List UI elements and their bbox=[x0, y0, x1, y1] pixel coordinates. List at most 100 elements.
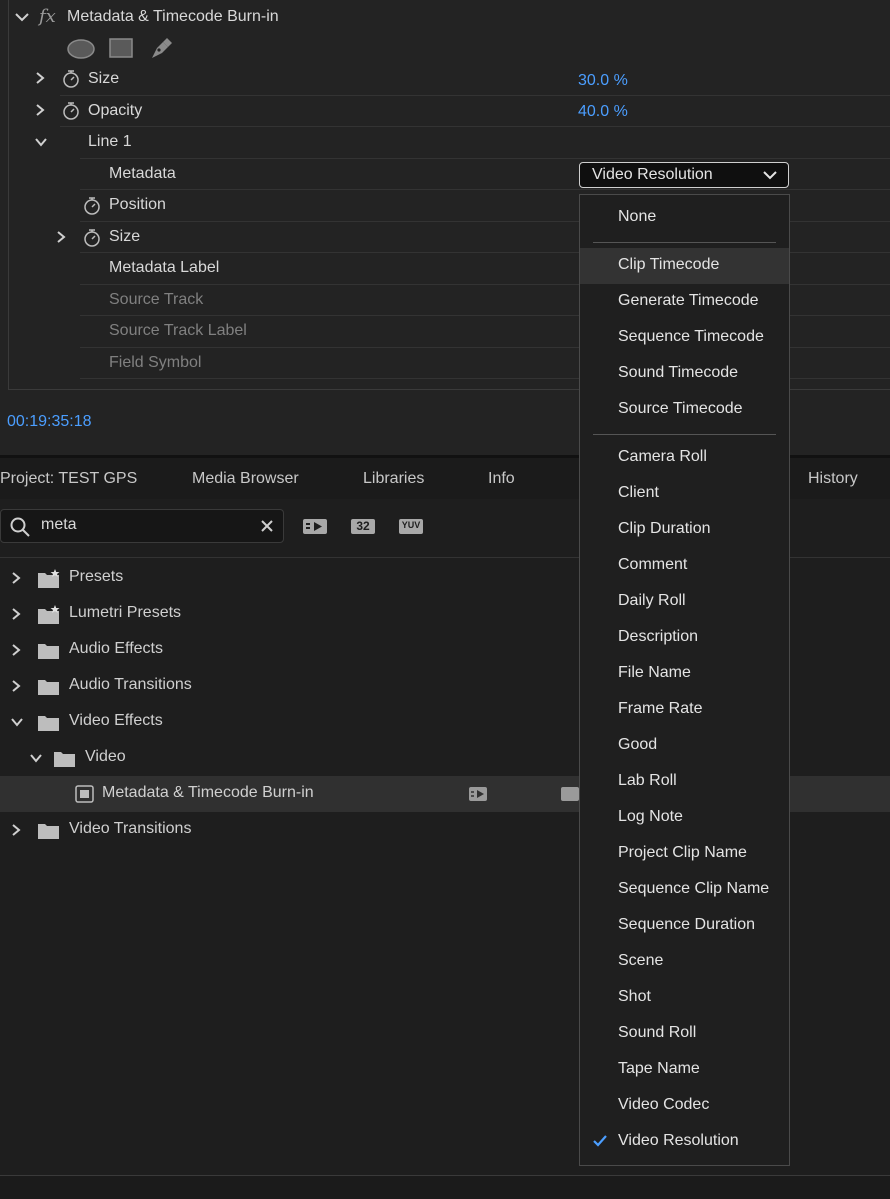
menu-item-label: Video Resolution bbox=[618, 1132, 739, 1149]
menu-item-label: Video Codec bbox=[618, 1096, 710, 1113]
opacity-label: Opacity bbox=[88, 102, 143, 119]
metadata-label: Metadata bbox=[109, 165, 176, 182]
menu-item-camera-roll[interactable]: Camera Roll bbox=[580, 440, 789, 476]
ellipse-mask-icon[interactable] bbox=[66, 38, 96, 65]
expand-chevron-icon[interactable] bbox=[10, 607, 22, 626]
menu-item-log-note[interactable]: Log Note bbox=[580, 800, 789, 836]
rectangle-mask-icon[interactable] bbox=[108, 37, 134, 64]
stopwatch-icon[interactable] bbox=[83, 197, 101, 215]
menu-item-comment[interactable]: Comment bbox=[580, 548, 789, 584]
menu-item-sequence-duration[interactable]: Sequence Duration bbox=[580, 908, 789, 944]
menu-item-tape-name[interactable]: Tape Name bbox=[580, 1052, 789, 1088]
effects-search-box[interactable] bbox=[0, 509, 284, 543]
menu-item-label: Camera Roll bbox=[618, 448, 707, 465]
folder-icon bbox=[37, 821, 59, 839]
menu-item-shot[interactable]: Shot bbox=[580, 980, 789, 1016]
menu-item-label: Shot bbox=[618, 988, 651, 1005]
menu-item-file-name[interactable]: File Name bbox=[580, 656, 789, 692]
menu-item-sequence-clip-name[interactable]: Sequence Clip Name bbox=[580, 872, 789, 908]
stopwatch-icon[interactable] bbox=[83, 229, 101, 247]
line1-row: Line 1 bbox=[35, 126, 890, 157]
accelerated-effects-icon bbox=[468, 785, 488, 808]
menu-item-lab-roll[interactable]: Lab Roll bbox=[580, 764, 789, 800]
metadata-dropdown-menu: None Clip Timecode Generate Timecode Seq… bbox=[579, 194, 790, 1166]
stopwatch-icon[interactable] bbox=[62, 70, 80, 88]
opacity-value[interactable]: 40.0 % bbox=[578, 103, 628, 121]
expand-chevron-icon[interactable] bbox=[10, 571, 22, 590]
menu-item-label: File Name bbox=[618, 664, 691, 681]
tree-label: Audio Transitions bbox=[69, 676, 192, 693]
chevron-down-icon bbox=[762, 168, 778, 182]
checkmark-icon bbox=[592, 1133, 608, 1149]
menu-item-clip-timecode[interactable]: Clip Timecode bbox=[580, 248, 789, 284]
menu-item-label: Sequence Duration bbox=[618, 916, 755, 933]
tree-label: Audio Effects bbox=[69, 640, 163, 657]
accelerated-effects-icon[interactable] bbox=[302, 516, 328, 536]
menu-item-label: Frame Rate bbox=[618, 700, 703, 717]
stopwatch-icon[interactable] bbox=[62, 102, 80, 120]
menu-item-scene[interactable]: Scene bbox=[580, 944, 789, 980]
fx-icon[interactable]: fx bbox=[39, 6, 56, 27]
menu-item-sound-roll[interactable]: Sound Roll bbox=[580, 1016, 789, 1052]
menu-item-label: Sequence Timecode bbox=[618, 328, 764, 345]
32-bit-icon[interactable]: 32 bbox=[350, 516, 376, 536]
metadata-select[interactable]: Video Resolution bbox=[579, 162, 789, 188]
folder-icon bbox=[53, 749, 75, 767]
menu-item-description[interactable]: Description bbox=[580, 620, 789, 656]
menu-item-video-resolution[interactable]: Video Resolution bbox=[580, 1124, 789, 1160]
expand-chevron-icon[interactable] bbox=[10, 643, 22, 662]
menu-item-daily-roll[interactable]: Daily Roll bbox=[580, 584, 789, 620]
menu-item-label: Client bbox=[618, 484, 659, 501]
playhead-timecode[interactable]: 00:19:35:18 bbox=[7, 413, 92, 431]
tree-label: Presets bbox=[69, 568, 124, 585]
folder-icon bbox=[37, 713, 59, 731]
menu-item-label: Log Note bbox=[618, 808, 683, 825]
expand-chevron-icon[interactable] bbox=[10, 679, 22, 698]
tab-libraries[interactable]: Libraries bbox=[363, 470, 424, 488]
tree-label: Video Effects bbox=[69, 712, 163, 729]
collapse-chevron-icon[interactable] bbox=[34, 135, 47, 147]
size-row: Size bbox=[8, 64, 890, 95]
menu-item-none[interactable]: None bbox=[580, 200, 789, 236]
menu-item-label: Source Timecode bbox=[618, 400, 743, 417]
menu-item-project-clip-name[interactable]: Project Clip Name bbox=[580, 836, 789, 872]
menu-item-label: Clip Duration bbox=[618, 520, 711, 537]
menu-item-good[interactable]: Good bbox=[580, 728, 789, 764]
collapse-chevron-icon[interactable] bbox=[10, 715, 24, 733]
source-track-label: Source Track bbox=[109, 291, 204, 308]
position-label: Position bbox=[109, 196, 166, 213]
32-bit-label: 32 bbox=[356, 519, 370, 533]
collapse-chevron-icon[interactable] bbox=[29, 751, 43, 769]
clear-search-icon[interactable] bbox=[260, 519, 274, 538]
menu-item-label: Good bbox=[618, 736, 658, 753]
metadata-select-value: Video Resolution bbox=[592, 166, 713, 183]
yuv-icon[interactable]: YUV bbox=[398, 516, 424, 536]
menu-item-sequence-timecode[interactable]: Sequence Timecode bbox=[580, 320, 789, 356]
size-value[interactable]: 30.0 % bbox=[578, 72, 628, 90]
pen-mask-icon[interactable] bbox=[148, 36, 174, 67]
menu-item-sound-timecode[interactable]: Sound Timecode bbox=[580, 356, 789, 392]
effect-collapse-chevron-icon[interactable] bbox=[14, 10, 30, 29]
menu-item-label: None bbox=[618, 208, 657, 225]
menu-item-frame-rate[interactable]: Frame Rate bbox=[580, 692, 789, 728]
tab-history[interactable]: History bbox=[808, 470, 858, 488]
expand-chevron-icon[interactable] bbox=[33, 103, 45, 116]
line1-label: Line 1 bbox=[88, 133, 132, 150]
search-input[interactable] bbox=[41, 516, 241, 534]
expand-chevron-icon[interactable] bbox=[33, 71, 45, 84]
source-track-label-label: Source Track Label bbox=[109, 322, 247, 339]
expand-chevron-icon[interactable] bbox=[10, 823, 22, 842]
effect-icon bbox=[75, 785, 95, 808]
menu-item-generate-timecode[interactable]: Generate Timecode bbox=[580, 284, 789, 320]
search-icon bbox=[9, 516, 31, 543]
tab-media-browser[interactable]: Media Browser bbox=[192, 470, 299, 488]
menu-item-video-codec[interactable]: Video Codec bbox=[580, 1088, 789, 1124]
menu-item-source-timecode[interactable]: Source Timecode bbox=[580, 392, 789, 428]
tab-info[interactable]: Info bbox=[488, 470, 515, 488]
expand-chevron-icon[interactable] bbox=[54, 230, 66, 243]
menu-item-client[interactable]: Client bbox=[580, 476, 789, 512]
tree-label: Lumetri Presets bbox=[69, 604, 182, 621]
menu-item-label: Lab Roll bbox=[618, 772, 677, 789]
menu-item-clip-duration[interactable]: Clip Duration bbox=[580, 512, 789, 548]
tab-project[interactable]: Project: TEST GPS bbox=[0, 470, 137, 488]
